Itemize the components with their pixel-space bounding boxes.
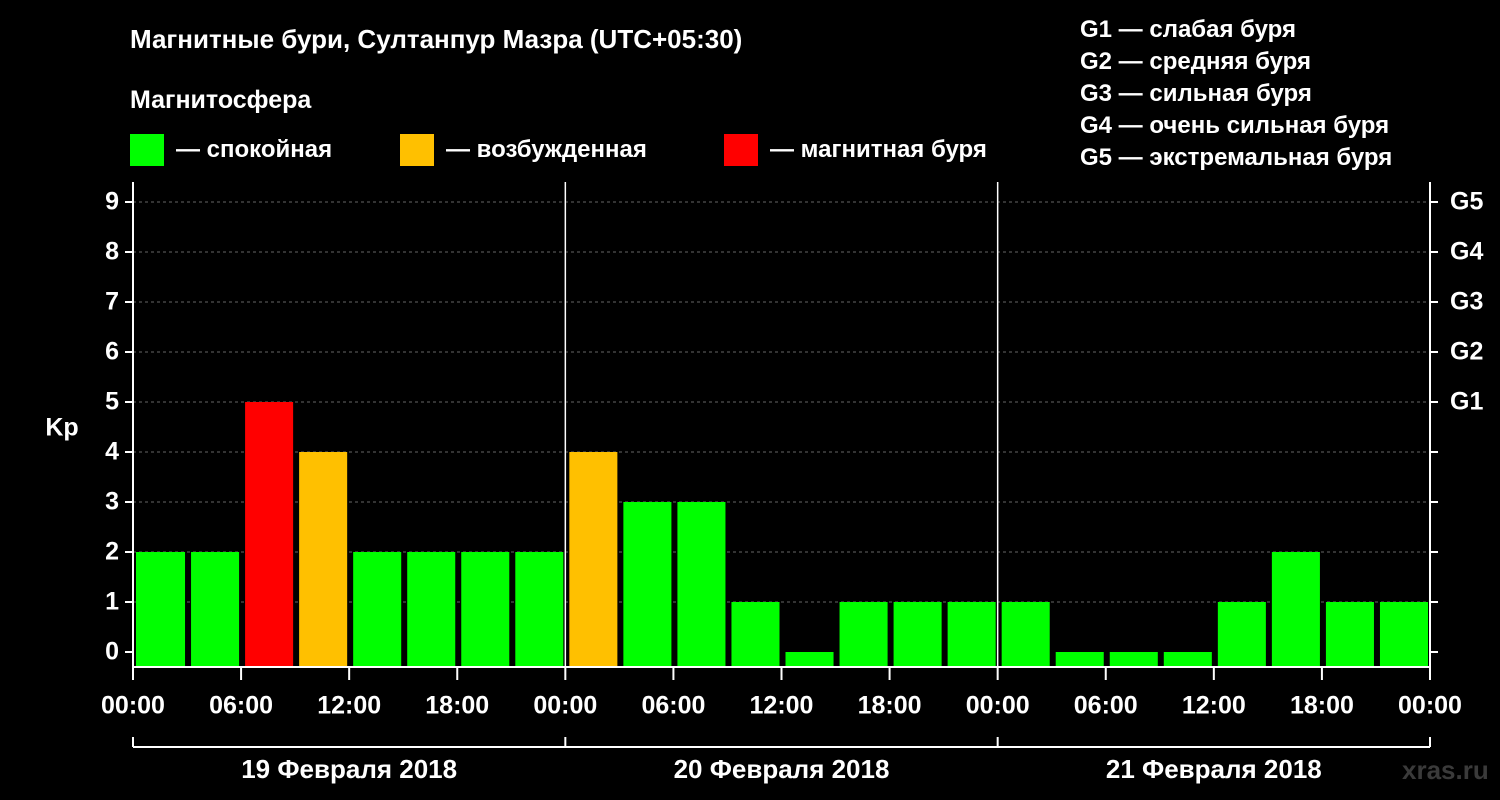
kp-bar [731, 602, 780, 667]
x-tick-label: 00:00 [101, 692, 165, 720]
kp-bar [623, 502, 672, 667]
y-tick-label: 6 [105, 338, 119, 366]
kp-bar [839, 602, 888, 667]
kp-bar [461, 552, 510, 667]
kp-bar [515, 552, 564, 667]
x-tick-label: 06:00 [641, 692, 705, 720]
day-label: 21 Февраля 2018 [1106, 754, 1322, 784]
x-tick-label: 00:00 [533, 692, 597, 720]
x-tick-label: 12:00 [317, 692, 381, 720]
kp-bar [1217, 602, 1266, 667]
y-tick-label: 5 [105, 388, 119, 416]
kp-chart: 0 1 2 3 4 5 6 7 8 9 G1 G2 G3 G4 G5 Kp 00:00 06:00 12:00 18:… [45, 182, 1483, 784]
kp-bar [893, 602, 942, 667]
x-tick-label: 18:00 [1290, 692, 1354, 720]
day-label: 19 Февраля 2018 [241, 754, 457, 784]
y-tick-label: 2 [105, 538, 119, 566]
kp-bar [353, 552, 402, 667]
g-level-label: G5 [1450, 188, 1483, 216]
day-label: 20 Февраля 2018 [674, 754, 890, 784]
g-level-label: G1 [1450, 388, 1483, 416]
kp-bar [1379, 602, 1428, 667]
y-axis-label: Kp [45, 414, 78, 442]
y-tick-label: 4 [105, 438, 119, 466]
x-tick-label: 18:00 [858, 692, 922, 720]
kp-bar [677, 502, 726, 667]
kp-bar [1055, 652, 1104, 667]
g-level-label: G3 [1450, 288, 1483, 316]
kp-bar [407, 552, 456, 667]
kp-bar [1325, 602, 1374, 667]
kp-bar [299, 452, 348, 667]
y-tick-label: 3 [105, 488, 119, 516]
kp-bar [1271, 552, 1320, 667]
kp-bar [245, 402, 294, 667]
kp-bar [947, 602, 996, 667]
x-tick-label: 00:00 [966, 692, 1030, 720]
y-tick-label: 8 [105, 238, 119, 266]
g-level-label: G4 [1450, 238, 1483, 266]
kp-bar [1163, 652, 1212, 667]
y-tick-label: 0 [105, 638, 119, 666]
kp-bar [1109, 652, 1158, 667]
kp-bar [191, 552, 240, 667]
g-level-label: G2 [1450, 338, 1483, 366]
x-tick-label: 12:00 [750, 692, 814, 720]
x-tick-label: 06:00 [209, 692, 273, 720]
kp-bar [569, 452, 618, 667]
x-tick-label: 18:00 [425, 692, 489, 720]
y-tick-label: 1 [105, 588, 119, 616]
x-tick-label: 06:00 [1074, 692, 1138, 720]
y-tick-label: 7 [105, 288, 119, 316]
y-tick-label: 9 [105, 188, 119, 216]
kp-bar [136, 552, 186, 667]
kp-bar [1001, 602, 1050, 667]
x-tick-label: 00:00 [1398, 692, 1462, 720]
kp-bar [785, 652, 834, 667]
x-tick-label: 12:00 [1182, 692, 1246, 720]
